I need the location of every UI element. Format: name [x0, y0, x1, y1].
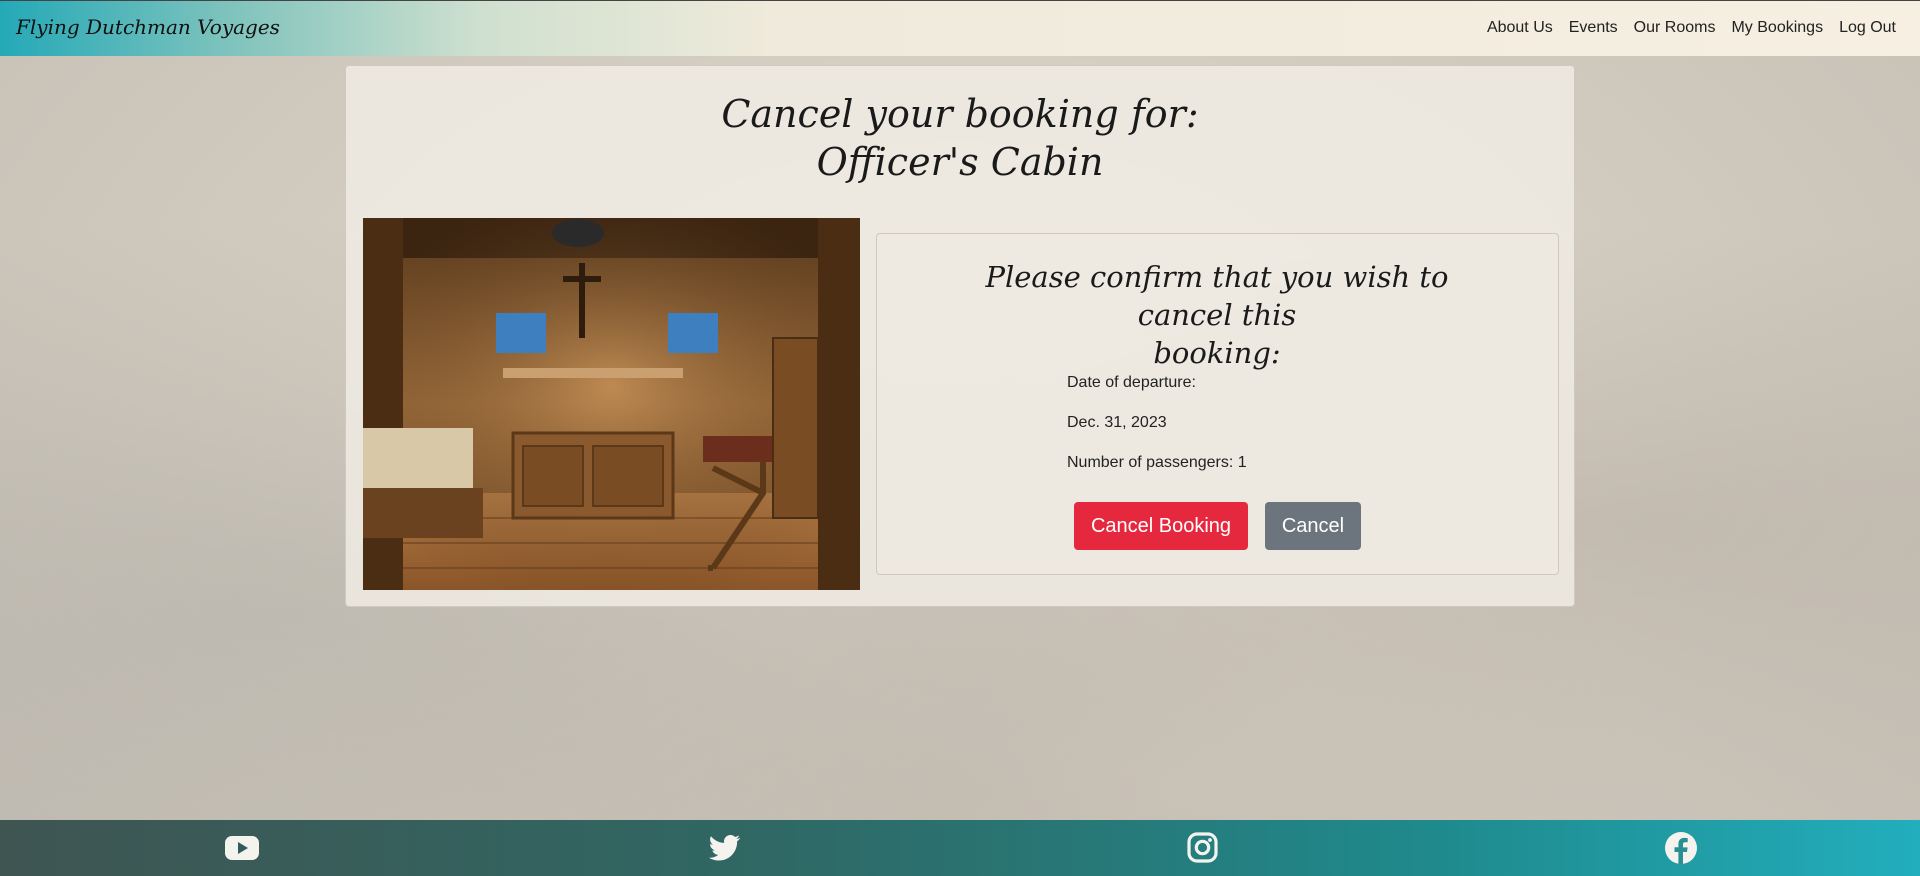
confirmation-heading-line2: booking:	[1153, 336, 1281, 370]
twitter-icon[interactable]	[706, 831, 742, 865]
youtube-icon[interactable]	[224, 831, 260, 865]
footer	[0, 820, 1920, 876]
confirmation-panel: Please confirm that you wish to cancel t…	[876, 233, 1559, 575]
cancel-button[interactable]: Cancel	[1265, 502, 1361, 550]
nav-our-rooms[interactable]: Our Rooms	[1634, 19, 1716, 37]
booking-card: Cancel your booking for: Officer's Cabin	[345, 65, 1575, 607]
nav-links: About Us Events Our Rooms My Bookings Lo…	[1487, 19, 1896, 37]
departure-label: Date of departure:	[1067, 374, 1196, 391]
navbar: Flying Dutchman Voyages About Us Events …	[0, 0, 1920, 56]
confirmation-heading-line1: Please confirm that you wish to cancel t…	[985, 260, 1449, 332]
page-title-line1: Cancel your booking for:	[721, 92, 1199, 136]
cancel-booking-button[interactable]: Cancel Booking	[1074, 502, 1248, 550]
nav-about-us[interactable]: About Us	[1487, 19, 1553, 37]
departure-date: Dec. 31, 2023	[1067, 414, 1167, 431]
page-title: Cancel your booking for: Officer's Cabin	[346, 90, 1574, 186]
facebook-icon[interactable]	[1663, 831, 1699, 865]
room-image	[363, 218, 860, 590]
room-name: Officer's Cabin	[816, 140, 1104, 184]
passenger-count: Number of passengers: 1	[1067, 454, 1247, 471]
instagram-icon[interactable]	[1184, 831, 1220, 865]
confirmation-heading: Please confirm that you wish to cancel t…	[937, 258, 1497, 372]
nav-events[interactable]: Events	[1569, 19, 1618, 37]
nav-log-out[interactable]: Log Out	[1839, 19, 1896, 37]
brand-logo[interactable]: Flying Dutchman Voyages	[16, 15, 280, 39]
nav-my-bookings[interactable]: My Bookings	[1731, 19, 1823, 37]
